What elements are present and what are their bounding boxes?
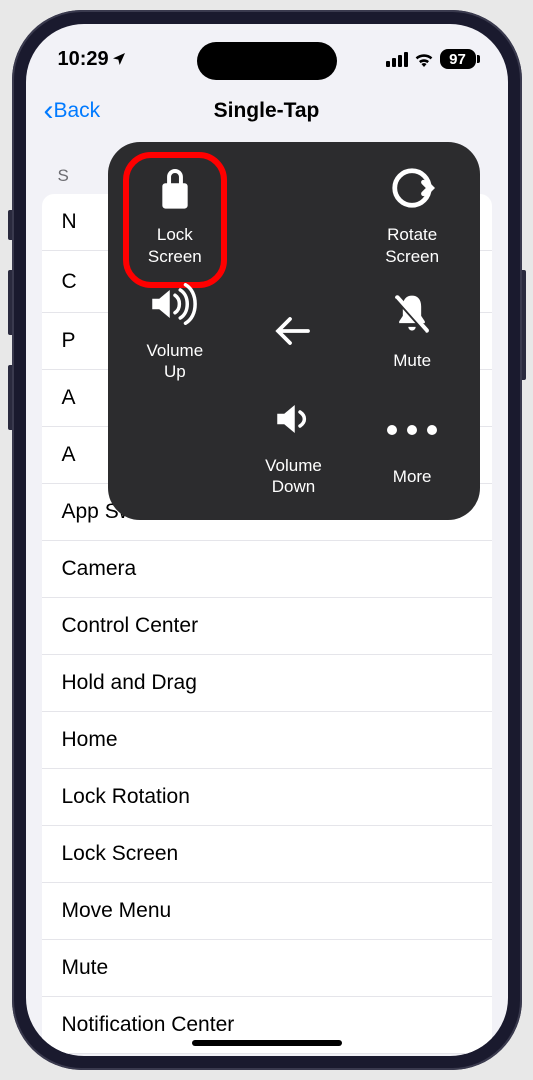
- list-item[interactable]: Camera: [42, 541, 492, 598]
- screen: 10:29 97 ‹ Back: [26, 24, 508, 1056]
- battery-indicator: 97: [440, 49, 476, 69]
- volume-down-label: Volume Down: [265, 455, 322, 498]
- list-item[interactable]: Control Center: [42, 598, 492, 655]
- volume-up-button[interactable]: Volume Up: [116, 273, 235, 388]
- assistive-touch-menu: Lock Screen Rotate Screen Volume Up: [108, 142, 480, 520]
- volume-up-label: Volume Up: [146, 340, 203, 383]
- list-item[interactable]: Lock Rotation: [42, 769, 492, 826]
- bell-slash-icon: [390, 290, 434, 338]
- dynamic-island: [197, 42, 337, 80]
- mute-button[interactable]: Mute: [353, 273, 472, 388]
- rotate-screen-label: Rotate Screen: [385, 224, 439, 267]
- page-title: Single-Tap: [214, 99, 320, 123]
- list-item[interactable]: Home: [42, 712, 492, 769]
- more-label: More: [393, 466, 432, 487]
- back-button[interactable]: ‹ Back: [44, 96, 101, 126]
- arrow-left-icon: [275, 307, 311, 355]
- cellular-icon: [386, 52, 408, 67]
- list-item[interactable]: Mute: [42, 940, 492, 997]
- back-arrow-button[interactable]: [234, 273, 353, 388]
- back-label: Back: [54, 99, 101, 123]
- lock-screen-label: Lock Screen: [148, 224, 202, 267]
- list-item[interactable]: Lock Screen: [42, 826, 492, 883]
- location-icon: [111, 51, 127, 67]
- lock-icon: [156, 164, 194, 212]
- home-indicator[interactable]: [192, 1040, 342, 1046]
- volume-up-icon: [147, 280, 203, 328]
- lock-screen-button[interactable]: Lock Screen: [116, 158, 235, 273]
- volume-down-button[interactable]: Volume Down: [234, 389, 353, 504]
- more-button[interactable]: More: [353, 389, 472, 504]
- navigation-bar: ‹ Back Single-Tap: [26, 82, 508, 136]
- mute-label: Mute: [393, 350, 431, 371]
- more-icon: [387, 406, 437, 454]
- list-item[interactable]: Move Menu: [42, 883, 492, 940]
- phone-frame: 10:29 97 ‹ Back: [12, 10, 522, 1070]
- wifi-icon: [414, 52, 434, 67]
- rotate-icon: [389, 164, 435, 212]
- rotate-screen-button[interactable]: Rotate Screen: [353, 158, 472, 273]
- status-time: 10:29: [58, 48, 127, 71]
- volume-down-icon: [272, 395, 314, 443]
- list-item[interactable]: Hold and Drag: [42, 655, 492, 712]
- chevron-left-icon: ‹: [44, 96, 54, 126]
